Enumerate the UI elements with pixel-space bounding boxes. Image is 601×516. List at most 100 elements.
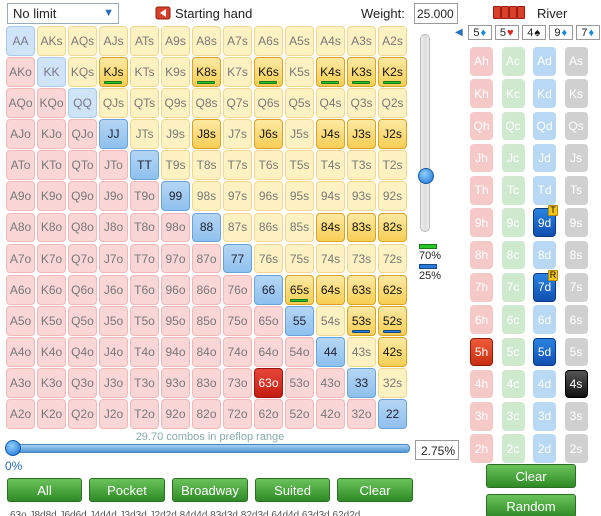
- broadway-button[interactable]: Broadway: [172, 478, 248, 502]
- random-board-button[interactable]: Random: [486, 494, 576, 516]
- hand-cell[interactable]: Q2o: [68, 399, 97, 429]
- hand-cell[interactable]: 22: [378, 399, 407, 429]
- hand-cell[interactable]: Q4s: [316, 88, 345, 118]
- hand-cell[interactable]: 75s: [285, 243, 314, 274]
- hand-cell[interactable]: AQs: [68, 26, 97, 56]
- hand-cell[interactable]: J7s: [223, 119, 252, 150]
- hand-cell[interactable]: 62s: [378, 274, 407, 305]
- hand-cell[interactable]: 52o: [285, 399, 314, 429]
- hand-cell[interactable]: J4o: [99, 336, 128, 367]
- card-Ac[interactable]: Ac: [501, 47, 525, 76]
- hand-cell[interactable]: J2s: [378, 119, 407, 150]
- card-Ts[interactable]: Ts: [564, 176, 588, 205]
- all-button[interactable]: All: [7, 478, 82, 502]
- card-4c[interactable]: 4c: [501, 369, 525, 399]
- hand-cell[interactable]: K3s: [347, 57, 376, 87]
- hand-cell[interactable]: 76o: [223, 274, 252, 305]
- hand-cell[interactable]: QJs: [99, 88, 128, 118]
- hand-cell[interactable]: J3o: [99, 368, 128, 398]
- hand-cell[interactable]: A4s: [316, 26, 345, 56]
- board-card[interactable]: 5 ♥: [494, 25, 519, 40]
- hand-cell[interactable]: 65s: [285, 274, 314, 305]
- hand-cell[interactable]: 84s: [316, 212, 345, 243]
- range-percent-input[interactable]: 2.75%: [415, 440, 459, 460]
- card-Kc[interactable]: Kc: [501, 79, 525, 108]
- hand-cell[interactable]: 94o: [161, 336, 190, 367]
- card-3c[interactable]: 3c: [501, 402, 525, 431]
- hand-cell[interactable]: 92o: [161, 399, 190, 429]
- hand-cell[interactable]: 55: [285, 305, 314, 336]
- card-Jc[interactable]: Jc: [501, 143, 525, 173]
- hand-cell[interactable]: 97o: [161, 243, 190, 274]
- hand-cell[interactable]: JTo: [99, 150, 128, 181]
- card-3d[interactable]: 3d: [533, 402, 556, 431]
- card-8d[interactable]: 8d: [533, 240, 556, 270]
- hand-cell[interactable]: T3o: [130, 368, 159, 398]
- hand-cell[interactable]: 75o: [223, 305, 252, 336]
- hand-cell[interactable]: 92s: [378, 181, 407, 212]
- card-8c[interactable]: 8c: [501, 240, 525, 270]
- hand-cell[interactable]: 99: [161, 181, 190, 212]
- hand-cell[interactable]: 32o: [347, 399, 376, 429]
- caret-left-icon[interactable]: ◀: [455, 27, 463, 38]
- hand-cell[interactable]: A9o: [6, 181, 35, 212]
- hand-cell[interactable]: 86s: [254, 212, 283, 243]
- hand-cell[interactable]: A2s: [378, 26, 407, 56]
- card-6c[interactable]: 6c: [501, 305, 525, 334]
- card-6s[interactable]: 6s: [564, 305, 588, 334]
- hand-cell[interactable]: 95s: [285, 181, 314, 212]
- card-7s[interactable]: 7s: [564, 272, 588, 302]
- card-2h[interactable]: 2h: [470, 434, 493, 463]
- hand-cell[interactable]: K5o: [37, 305, 66, 336]
- hand-cell[interactable]: J2o: [99, 399, 128, 429]
- hand-cell[interactable]: 95o: [161, 305, 190, 336]
- card-4d[interactable]: 4d: [533, 369, 556, 399]
- hand-cell[interactable]: K9s: [161, 57, 190, 87]
- hand-cell[interactable]: 63s: [347, 274, 376, 305]
- hand-cell[interactable]: T8s: [192, 150, 221, 181]
- hand-cell[interactable]: T6o: [130, 274, 159, 305]
- card-6d[interactable]: 6d: [533, 305, 556, 334]
- board-card[interactable]: 9 ♦: [548, 25, 573, 40]
- hand-cell[interactable]: A9s: [161, 26, 190, 56]
- card-5c[interactable]: 5c: [501, 337, 525, 367]
- clear-range-button[interactable]: Clear: [337, 478, 413, 502]
- card-9s[interactable]: 9s: [564, 208, 588, 237]
- hand-cell[interactable]: 76s: [254, 243, 283, 274]
- hand-cell[interactable]: T5o: [130, 305, 159, 336]
- hand-cell[interactable]: 94s: [316, 181, 345, 212]
- hand-cell[interactable]: 88: [192, 212, 221, 243]
- weight-slider[interactable]: [418, 34, 434, 232]
- hand-cell[interactable]: K8s: [192, 57, 221, 87]
- hand-cell[interactable]: Q5o: [68, 305, 97, 336]
- clear-board-button[interactable]: Clear: [486, 464, 576, 488]
- hand-cell[interactable]: T7s: [223, 150, 252, 181]
- hand-cell[interactable]: AJs: [99, 26, 128, 56]
- hand-cell[interactable]: A7s: [223, 26, 252, 56]
- hand-cell[interactable]: 98s: [192, 181, 221, 212]
- suited-button[interactable]: Suited: [255, 478, 330, 502]
- hand-cell[interactable]: J8o: [99, 212, 128, 243]
- hand-cell[interactable]: 32s: [378, 368, 407, 398]
- hand-cell[interactable]: Q8o: [68, 212, 97, 243]
- hand-cell[interactable]: AQo: [6, 88, 35, 118]
- card-Qh[interactable]: Qh: [470, 111, 493, 141]
- hand-cell[interactable]: 62o: [254, 399, 283, 429]
- hand-cell[interactable]: QTs: [130, 88, 159, 118]
- hand-cell[interactable]: T5s: [285, 150, 314, 181]
- card-Th[interactable]: Th: [470, 176, 493, 205]
- hand-cell[interactable]: Q3o: [68, 368, 97, 398]
- hand-cell[interactable]: 83s: [347, 212, 376, 243]
- hand-cell[interactable]: A3o: [6, 368, 35, 398]
- hand-cell[interactable]: T7o: [130, 243, 159, 274]
- card-4s[interactable]: 4s: [564, 369, 588, 399]
- hand-cell[interactable]: 54s: [316, 305, 345, 336]
- hand-cell[interactable]: J7o: [99, 243, 128, 274]
- hand-cell[interactable]: J5s: [285, 119, 314, 150]
- hand-cell[interactable]: KJo: [37, 119, 66, 150]
- hand-cell[interactable]: TT: [130, 150, 159, 181]
- hand-cell[interactable]: J3s: [347, 119, 376, 150]
- hand-cell[interactable]: AKo: [6, 57, 35, 87]
- hand-cell[interactable]: 54o: [285, 336, 314, 367]
- card-5s[interactable]: 5s: [564, 337, 588, 367]
